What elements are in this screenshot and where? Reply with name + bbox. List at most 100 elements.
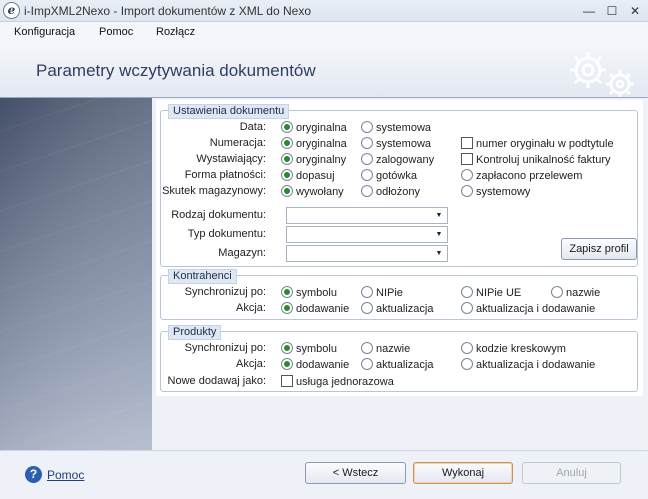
checkbox-usluga-jednorazowa[interactable]: usługa jednorazowa bbox=[281, 375, 394, 389]
radio-icon bbox=[361, 153, 373, 165]
radio-icon bbox=[461, 302, 473, 314]
radio-selected-icon bbox=[281, 121, 293, 133]
radio-produkty-kodzie[interactable]: kodzie kreskowym bbox=[461, 342, 566, 356]
menu-item-pomoc[interactable]: Pomoc bbox=[99, 26, 133, 38]
maximize-button[interactable]: ☐ bbox=[603, 3, 621, 19]
radio-icon bbox=[461, 358, 473, 370]
radio-data-oryginalna[interactable]: oryginalna bbox=[281, 121, 347, 135]
menu-item-rozlacz[interactable]: Rozłącz bbox=[156, 26, 195, 38]
radio-platnosc-przelew[interactable]: zapłacono przelewem bbox=[461, 169, 582, 183]
minimize-button[interactable]: — bbox=[580, 3, 598, 19]
checkbox-kontroluj-unikalnosc[interactable]: Kontroluj unikalność faktury bbox=[461, 153, 611, 167]
window-title: i-ImpXML2Nexo - Import dokumentów z XML … bbox=[24, 4, 311, 18]
chevron-down-icon[interactable]: ▼ bbox=[431, 208, 447, 223]
combo-rodzaj-dokumentu[interactable]: ▼ bbox=[286, 207, 448, 224]
label-produkty-akcja: Akcja: bbox=[236, 358, 266, 370]
radio-kontrahenci-symbolu[interactable]: symbolu bbox=[281, 286, 337, 300]
radio-data-systemowa[interactable]: systemowa bbox=[361, 121, 431, 135]
radio-skutek-wywolany[interactable]: wywołany bbox=[281, 185, 344, 199]
radio-kontrahenci-akt-dod[interactable]: aktualizacja i dodawanie bbox=[461, 302, 595, 316]
radio-platnosc-gotowka[interactable]: gotówka bbox=[361, 169, 417, 183]
chevron-down-icon[interactable]: ▼ bbox=[431, 227, 447, 242]
menu-item-konfiguracja[interactable]: Konfiguracja bbox=[14, 26, 75, 38]
back-button[interactable]: < Wstecz bbox=[305, 462, 406, 484]
radio-icon bbox=[361, 169, 373, 181]
settings-area: Ustawienia dokumentu Data: oryginalna sy… bbox=[156, 100, 643, 396]
radio-produkty-symbolu[interactable]: symbolu bbox=[281, 342, 337, 356]
label-forma-platnosci: Forma płatności: bbox=[184, 169, 266, 181]
radio-icon bbox=[461, 342, 473, 354]
radio-skutek-odlozony[interactable]: odłożony bbox=[361, 185, 420, 199]
radio-selected-icon bbox=[281, 358, 293, 370]
radio-numeracja-systemowa[interactable]: systemowa bbox=[361, 137, 431, 151]
group-produkty-legend: Produkty bbox=[168, 325, 222, 340]
main-panel: Ustawienia dokumentu Data: oryginalna sy… bbox=[152, 98, 646, 450]
footer: ? Pomoc < Wstecz Wykonaj Anuluj bbox=[0, 450, 648, 499]
label-magazyn: Magazyn: bbox=[218, 247, 266, 259]
cancel-button: Anuluj bbox=[522, 462, 621, 484]
close-button[interactable]: ✕ bbox=[626, 3, 644, 19]
radio-kontrahenci-nazwie[interactable]: nazwie bbox=[551, 286, 600, 300]
radio-produkty-dodawanie[interactable]: dodawanie bbox=[281, 358, 349, 372]
chevron-down-icon[interactable]: ▼ bbox=[431, 246, 447, 261]
radio-selected-icon bbox=[281, 286, 293, 298]
label-data: Data: bbox=[239, 121, 266, 133]
radio-icon bbox=[361, 121, 373, 133]
radio-numeracja-oryginalna[interactable]: oryginalna bbox=[281, 137, 347, 151]
side-decoration bbox=[0, 98, 152, 450]
execute-button[interactable]: Wykonaj bbox=[413, 462, 513, 484]
radio-selected-icon bbox=[281, 302, 293, 314]
radio-kontrahenci-dodawanie[interactable]: dodawanie bbox=[281, 302, 349, 316]
page-header: Parametry wczytywania dokumentów bbox=[0, 44, 648, 98]
radio-kontrahenci-nipie-ue[interactable]: NIPie UE bbox=[461, 286, 521, 300]
help-link[interactable]: Pomoc bbox=[47, 468, 84, 482]
group-dokument-legend: Ustawienia dokumentu bbox=[168, 104, 290, 119]
label-kontrahenci-akcja: Akcja: bbox=[236, 302, 266, 314]
label-rodzaj-dokumentu: Rodzaj dokumentu: bbox=[171, 209, 266, 221]
label-wystawiajacy: Wystawiający: bbox=[196, 153, 266, 165]
radio-icon bbox=[361, 302, 373, 314]
radio-icon bbox=[461, 185, 473, 197]
radio-kontrahenci-aktualizacja[interactable]: aktualizacja bbox=[361, 302, 433, 316]
menu-bar: Konfiguracja Pomoc Rozłącz bbox=[0, 22, 648, 44]
combo-typ-dokumentu[interactable]: ▼ bbox=[286, 226, 448, 243]
radio-selected-icon bbox=[281, 342, 293, 354]
page-title: Parametry wczytywania dokumentów bbox=[36, 61, 316, 80]
radio-wystawiajacy-oryginalny[interactable]: oryginalny bbox=[281, 153, 346, 167]
checkbox-numer-w-podtytule[interactable]: numer oryginału w podtytule bbox=[461, 137, 637, 151]
group-dokument: Ustawienia dokumentu Data: oryginalna sy… bbox=[160, 104, 638, 267]
radio-produkty-aktualizacja[interactable]: aktualizacja bbox=[361, 358, 433, 372]
radio-selected-icon bbox=[281, 169, 293, 181]
radio-icon bbox=[461, 169, 473, 181]
radio-produkty-akt-dod[interactable]: aktualizacja i dodawanie bbox=[461, 358, 595, 372]
radio-icon bbox=[551, 286, 563, 298]
radio-icon bbox=[361, 137, 373, 149]
radio-icon bbox=[361, 342, 373, 354]
group-kontrahenci: Kontrahenci Synchronizuj po: symbolu NIP… bbox=[160, 269, 638, 320]
label-kontrahenci-sync: Synchronizuj po: bbox=[184, 286, 266, 298]
label-typ-dokumentu: Typ dokumentu: bbox=[187, 228, 266, 240]
radio-kontrahenci-nipie[interactable]: NIPie bbox=[361, 286, 403, 300]
radio-selected-icon bbox=[281, 137, 293, 149]
radio-icon bbox=[361, 358, 373, 370]
radio-selected-icon bbox=[281, 185, 293, 197]
combo-magazyn[interactable]: ▼ bbox=[286, 245, 448, 262]
side-pattern bbox=[0, 98, 152, 450]
radio-produkty-nazwie[interactable]: nazwie bbox=[361, 342, 410, 356]
radio-platnosc-dopasuj[interactable]: dopasuj bbox=[281, 169, 335, 183]
radio-icon bbox=[361, 286, 373, 298]
radio-selected-icon bbox=[281, 153, 293, 165]
label-produkty-sync: Synchronizuj po: bbox=[184, 342, 266, 354]
save-profile-button[interactable]: Zapisz profil bbox=[561, 238, 637, 260]
label-numeracja: Numeracja: bbox=[209, 137, 266, 149]
checkbox-icon bbox=[461, 153, 473, 165]
label-nowe-dodawaj: Nowe dodawaj jako: bbox=[167, 375, 266, 387]
help-icon[interactable]: ? bbox=[25, 466, 42, 483]
app-logo-icon: e bbox=[3, 2, 20, 19]
radio-skutek-systemowy[interactable]: systemowy bbox=[461, 185, 530, 199]
title-bar: e i-ImpXML2Nexo - Import dokumentów z XM… bbox=[0, 0, 648, 22]
radio-icon bbox=[361, 185, 373, 197]
checkbox-icon bbox=[281, 375, 293, 387]
radio-wystawiajacy-zalogowany[interactable]: zalogowany bbox=[361, 153, 434, 167]
radio-icon bbox=[461, 286, 473, 298]
